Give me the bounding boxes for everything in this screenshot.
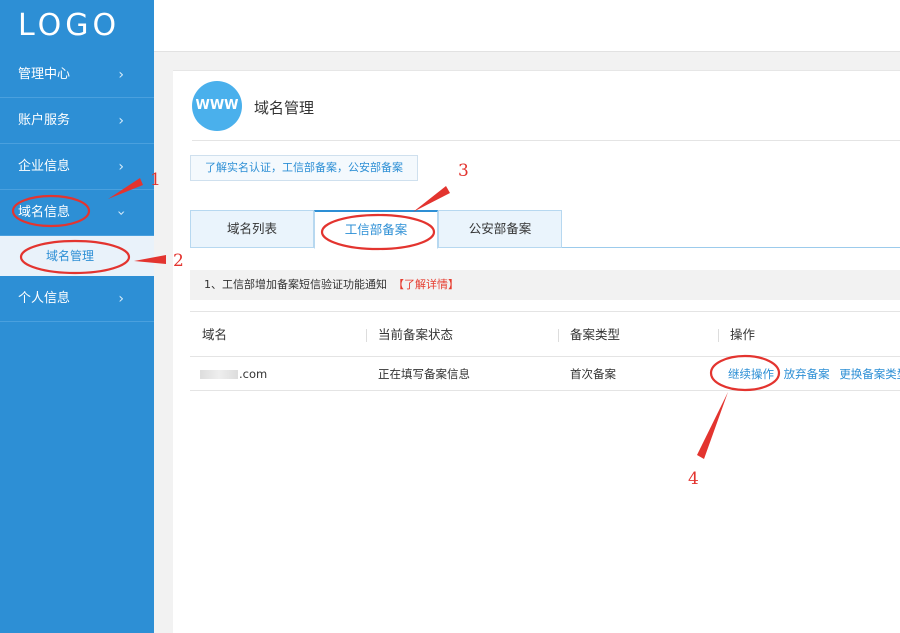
chevron-right-icon: › xyxy=(118,159,124,175)
sidebar-item-label: 域名信息 xyxy=(18,205,71,220)
table-row: .com 正在填写备案信息 首次备案 继续操作 放弃备案 更换备案类型 xyxy=(190,357,900,391)
tab-bar: 域名列表 工信部备案 公安部备案 xyxy=(190,210,900,249)
annotation-number-4: 4 xyxy=(688,469,699,489)
www-icon: WWW xyxy=(192,81,242,131)
notice-bar: 1、工信部增加备案短信验证功能通知 【了解详情】 xyxy=(190,270,900,300)
sidebar-item-management-center[interactable]: 管理中心 › xyxy=(0,52,154,98)
column-header-domain: 域名 xyxy=(202,327,228,342)
sidebar-item-label: 管理中心 xyxy=(18,67,71,82)
chevron-right-icon: › xyxy=(118,113,124,129)
notice-text: 1、工信部增加备案短信验证功能通知 xyxy=(204,278,387,291)
sidebar-subitem-domain-management[interactable]: 域名管理 xyxy=(0,236,154,276)
tab-miit-filing[interactable]: 工信部备案 xyxy=(314,210,438,249)
type-cell: 首次备案 xyxy=(570,367,616,381)
table-header: 域名 当前备案状态 备案类型 操作 xyxy=(190,311,900,357)
annotation-number-1: 1 xyxy=(150,170,161,190)
sidebar-item-label: 个人信息 xyxy=(18,291,71,306)
page-title: 域名管理 xyxy=(254,99,315,117)
content-panel: WWW 域名管理 了解实名认证，工信部备案，公安部备案 域名列表 工信部备案 公… xyxy=(173,70,900,633)
column-header-actions: 操作 xyxy=(717,312,755,358)
abandon-filing-button[interactable]: 放弃备案 xyxy=(784,367,830,381)
domain-suffix: .com xyxy=(239,367,268,381)
redacted-domain xyxy=(200,370,238,379)
sidebar-item-account-service[interactable]: 账户服务 › xyxy=(0,98,154,144)
sidebar-item-label: 企业信息 xyxy=(18,159,71,174)
notice-more-link[interactable]: 【了解详情】 xyxy=(393,278,459,291)
sidebar-item-company-info[interactable]: 企业信息 › xyxy=(0,144,154,190)
tab-domain-list[interactable]: 域名列表 xyxy=(190,210,314,248)
column-header-status: 当前备案状态 xyxy=(365,312,453,358)
tab-public-security-filing[interactable]: 公安部备案 xyxy=(438,210,562,248)
actions-cell: 继续操作 放弃备案 更换备案类型 xyxy=(728,357,900,391)
top-bar xyxy=(154,0,900,52)
change-filing-type-button[interactable]: 更换备案类型 xyxy=(839,367,900,381)
status-cell: 正在填写备案信息 xyxy=(378,367,470,381)
sidebar: LOGO 管理中心 › 账户服务 › 企业信息 › 域名信息 › 域名管理 个人… xyxy=(0,0,154,633)
continue-button[interactable]: 继续操作 xyxy=(728,367,774,381)
column-header-type: 备案类型 xyxy=(557,312,620,358)
chevron-right-icon: › xyxy=(118,67,124,83)
sidebar-item-label: 账户服务 xyxy=(18,113,71,128)
annotation-number-3: 3 xyxy=(458,161,469,181)
info-link[interactable]: 了解实名认证，工信部备案，公安部备案 xyxy=(190,155,418,181)
sidebar-item-domain-info[interactable]: 域名信息 › xyxy=(0,190,154,236)
chevron-right-icon: › xyxy=(118,291,124,307)
sidebar-item-personal-info[interactable]: 个人信息 › xyxy=(0,276,154,322)
chevron-down-icon: › xyxy=(113,210,130,216)
page-header: WWW 域名管理 xyxy=(192,81,900,141)
domain-cell: .com xyxy=(200,357,267,391)
annotation-number-2: 2 xyxy=(173,251,184,271)
logo: LOGO xyxy=(18,8,121,43)
